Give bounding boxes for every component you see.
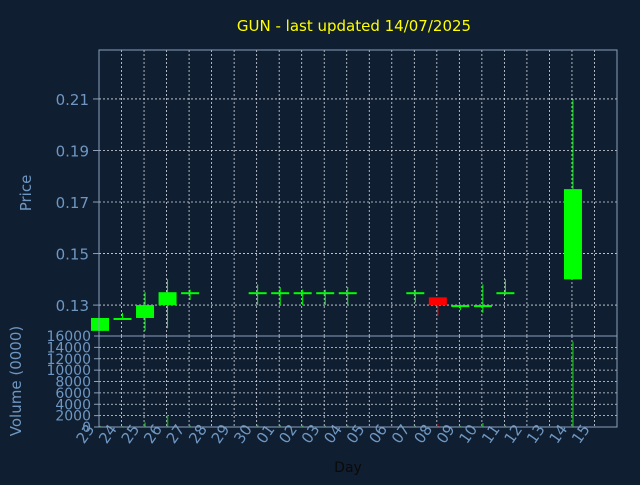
candle-body [91,317,109,331]
candle-body [248,292,267,295]
candle-body [136,305,155,318]
candle-body [496,292,515,295]
candle-body [113,317,132,320]
price-tick-label: 0.13 [56,297,89,315]
volume-series [99,341,574,427]
price-tick-label: 0.19 [56,142,89,160]
x-tick-labels: 2324252627282930010203040506070809101112… [73,421,594,447]
candle-body [406,292,425,295]
price-axis-label: Price [17,175,35,212]
volume-axis-label: Volume (0000) [7,326,25,436]
chart-stage: GUN - last updated 14/07/2025 Price Volu… [0,0,640,480]
x-axis-label: Day [334,460,362,476]
x-tick-label: 23 [73,421,99,447]
candle-body [451,305,470,308]
price-panel-frame [98,49,618,337]
candle-body [563,189,582,280]
volume-tick-labels: 0200040006000800010000120001400016000 [46,329,91,436]
candle-body [473,305,492,308]
volume-grid [94,335,617,428]
candle-body [338,292,357,295]
candle-body [158,292,177,306]
candle-body [271,292,290,295]
candle-body [428,297,447,306]
chart-title: GUN - last updated 14/07/2025 [237,17,471,35]
candle-body [293,292,312,295]
stock-chart: GUN - last updated 14/07/2025 Price Volu… [7,17,618,476]
price-tick-label: 0.17 [56,194,89,212]
candlestick-series [91,98,582,331]
candle-body [181,292,200,295]
candle-body [316,292,335,295]
price-tick-label: 0.21 [56,91,89,109]
price-tick-labels: 0.13 0.15 0.17 0.19 0.21 [56,91,89,315]
volume-tick-label: 16000 [46,329,91,345]
price-tick-label: 0.15 [56,246,89,264]
